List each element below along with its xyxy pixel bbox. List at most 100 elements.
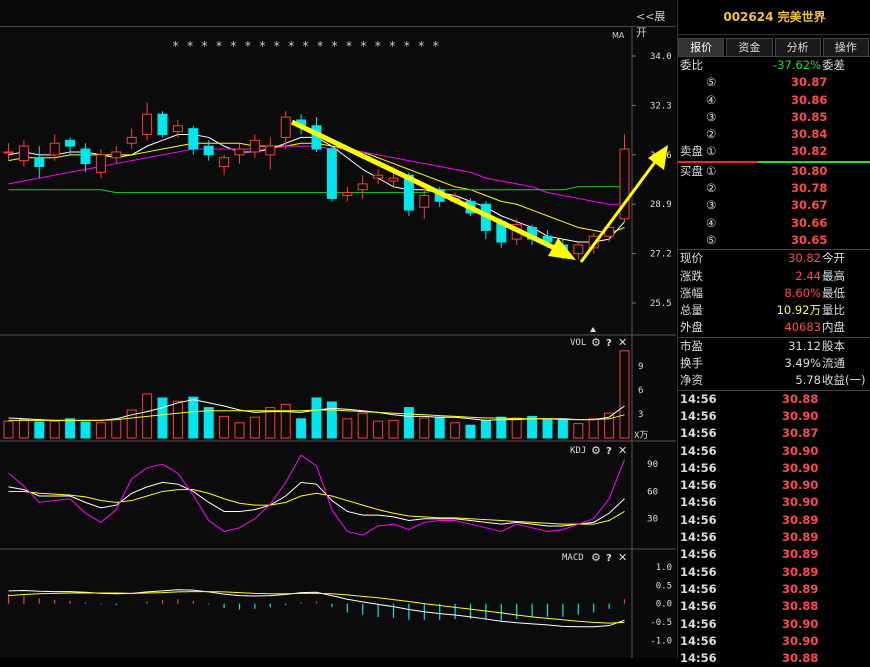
panel-tabs: 报价 资金 分析 操作: [678, 38, 870, 56]
volume-bar: [403, 407, 414, 439]
tick-row[interactable]: 14:56 30.88: [678, 598, 870, 615]
order-level: ⑤: [706, 232, 717, 247]
candle-body: [111, 151, 122, 159]
buy-order-row: ⑤ 30.65: [678, 232, 870, 249]
kdj-tick-label: 90: [647, 460, 658, 470]
candle-body: [249, 139, 260, 153]
fund-value: 5.78: [795, 373, 821, 388]
tab-operate[interactable]: 操作: [822, 38, 869, 56]
volume-bar: [480, 419, 491, 439]
gear-icon[interactable]: ⚙: [591, 444, 601, 457]
star-markers: * * * * * * * * * * * * * * * * * * *: [172, 39, 439, 53]
volume-bar: [373, 420, 384, 439]
tick-row[interactable]: 14:56 30.88: [678, 650, 870, 667]
weicha-label: 委差: [822, 58, 845, 72]
volume-bar: [3, 420, 14, 439]
quote-label: 外盘: [680, 320, 703, 335]
candle-body: [203, 145, 214, 156]
kdj-tick-label: 30: [647, 515, 658, 525]
volume-bar: [80, 421, 91, 439]
fund-label: 市盈: [680, 338, 703, 353]
buy-order-row: ② 30.78: [678, 180, 870, 197]
tick-row[interactable]: 14:56 30.90: [678, 616, 870, 633]
candle-body: [126, 136, 137, 144]
tick-price: 30.90: [782, 478, 819, 493]
tick-list[interactable]: 14:56 30.88 14:56 30.90 14:56 30.87 14:56 30.90…: [678, 389, 870, 667]
gear-icon[interactable]: ⚙: [591, 336, 601, 349]
volume-bar: [434, 416, 445, 439]
tick-time: 14:56: [680, 633, 717, 648]
fund-row: 市盈 31.12 股本: [678, 338, 870, 355]
tick-time: 14:56: [680, 530, 717, 545]
help-icon[interactable]: ?: [606, 553, 612, 564]
quote-label-right: 内盘: [822, 320, 845, 335]
quote-value: 30.82: [788, 251, 821, 266]
tick-row[interactable]: 14:56 30.90: [678, 460, 870, 477]
volume-bar: [619, 350, 630, 439]
tick-time: 14:56: [680, 547, 717, 562]
order-level: ④: [706, 92, 717, 107]
close-icon[interactable]: ✕: [618, 551, 627, 564]
tick-row[interactable]: 14:56 30.89: [678, 546, 870, 563]
close-icon[interactable]: ✕: [618, 336, 627, 349]
vol-tick-label: 3: [638, 410, 643, 420]
tick-price: 30.88: [782, 391, 819, 406]
volume-bar: [527, 415, 538, 439]
candle-body: [265, 145, 276, 156]
close-icon[interactable]: ✕: [618, 444, 627, 457]
price-tick-label: 25.5: [650, 299, 672, 309]
tick-price: 30.88: [782, 651, 819, 666]
tick-row[interactable]: 14:56 30.89: [678, 512, 870, 529]
tab-analysis[interactable]: 分析: [774, 38, 821, 56]
volume-bar: [542, 419, 553, 439]
tick-row[interactable]: 14:56 30.90: [678, 633, 870, 650]
macd-tick-label: 0.0: [656, 600, 672, 610]
tick-row[interactable]: 14:56 30.88: [678, 391, 870, 408]
volume-bar: [573, 423, 584, 439]
tick-time: 14:56: [680, 495, 717, 510]
volume-bar: [557, 419, 568, 439]
candle-body: [65, 139, 76, 147]
tab-quote[interactable]: 报价: [678, 38, 725, 56]
order-level: ④: [706, 215, 717, 230]
tick-time: 14:56: [680, 391, 717, 406]
quote-label: 涨跌: [680, 268, 703, 283]
sell-order-row: ③ 30.85: [678, 109, 870, 126]
tick-time: 14:56: [680, 651, 717, 666]
candle-body: [234, 148, 245, 156]
quote-value: 10.92万: [776, 303, 821, 318]
tick-time: 14:56: [680, 408, 717, 423]
tab-funds[interactable]: 资金: [726, 38, 773, 56]
order-price: 30.85: [791, 109, 828, 124]
gear-icon[interactable]: ⚙: [591, 551, 601, 564]
tick-time: 14:56: [680, 460, 717, 475]
volume-bar: [450, 422, 461, 439]
quote-row: 涨幅 8.60% 最低: [678, 285, 870, 302]
volume-bar: [18, 419, 29, 439]
tick-row[interactable]: 14:56 30.90: [678, 494, 870, 511]
volume-bar: [172, 400, 183, 439]
tick-price: 30.90: [782, 443, 819, 458]
order-level: ①: [706, 163, 717, 178]
candle-body: [573, 244, 584, 255]
tick-row[interactable]: 14:56 30.89: [678, 581, 870, 598]
weibi-row: 委比 -37.62% 委差: [678, 56, 870, 74]
tick-row[interactable]: 14:56 30.87: [678, 425, 870, 442]
kline-chart-area[interactable]: 34.032.330.628.927.225.5* * * * * * * * …: [0, 0, 676, 658]
expand-button[interactable]: <<展开: [636, 8, 676, 40]
quote-label-right: 今开: [822, 251, 845, 266]
volume-bar: [326, 401, 337, 439]
kline-chart[interactable]: 34.032.330.628.927.225.5* * * * * * * * …: [0, 0, 676, 658]
tick-row[interactable]: 14:56 30.90: [678, 477, 870, 494]
order-level: ①: [706, 144, 717, 159]
tick-row[interactable]: 14:56 30.90: [678, 443, 870, 460]
help-icon[interactable]: ?: [606, 338, 612, 349]
fund-label: 净资: [680, 373, 703, 388]
volume-bar: [203, 407, 214, 439]
order-price: 30.80: [791, 163, 828, 178]
help-icon[interactable]: ?: [606, 446, 612, 457]
stock-title: 002624 完美世界: [678, 0, 870, 35]
tick-row[interactable]: 14:56 30.89: [678, 529, 870, 546]
tick-row[interactable]: 14:56 30.90: [678, 408, 870, 425]
tick-row[interactable]: 14:56 30.89: [678, 564, 870, 581]
